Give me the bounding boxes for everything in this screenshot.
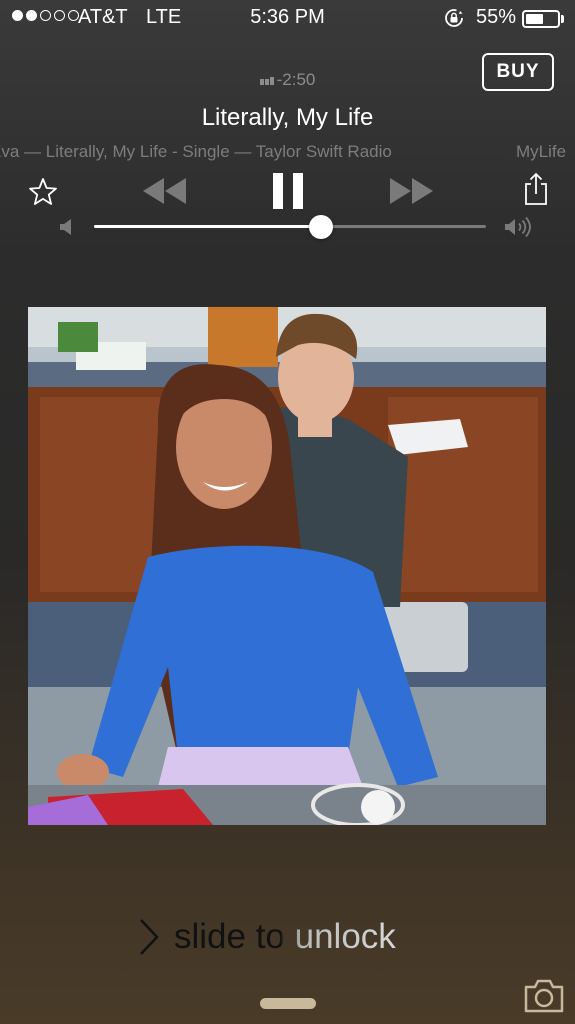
volume-high-icon — [505, 216, 531, 238]
song-subtitle: Eva — Literally, My Life - Single — Tayl… — [0, 142, 575, 164]
slide-to-unlock-label: slide to unlock — [174, 917, 396, 956]
equalizer-icon — [259, 70, 275, 90]
album-artwork — [28, 307, 546, 825]
volume-thumb[interactable] — [309, 215, 334, 239]
volume-fill — [94, 225, 322, 228]
volume-low-icon — [60, 219, 71, 235]
fast-forward-icon[interactable] — [388, 176, 436, 206]
control-center-grabber[interactable] — [260, 998, 316, 1009]
song-title: Literally, My Life — [201, 104, 374, 131]
star-icon[interactable] — [27, 176, 59, 208]
share-icon[interactable] — [522, 172, 550, 206]
battery-percentage: 55% — [476, 6, 517, 28]
time-remaining: -2:50 — [0, 70, 575, 90]
battery-icon — [522, 10, 560, 28]
rewind-icon[interactable] — [140, 176, 188, 206]
slide-to-unlock[interactable]: slide to unlock — [138, 912, 438, 962]
time-remaining-text: -2:50 — [276, 70, 316, 89]
status-bar: AT&T LTE 5:36 PM 55% — [0, 0, 575, 38]
camera-icon[interactable] — [522, 978, 566, 1014]
song-subtitle-tail: MyLife — [516, 142, 567, 161]
pause-icon[interactable] — [270, 172, 306, 210]
chevron-right-icon — [140, 919, 159, 955]
orientation-lock-icon — [445, 9, 463, 27]
song-subtitle-text: Eva — Literally, My Life - Single — Tayl… — [0, 142, 392, 161]
volume-slider[interactable] — [94, 215, 486, 239]
battery-nub — [561, 15, 564, 23]
